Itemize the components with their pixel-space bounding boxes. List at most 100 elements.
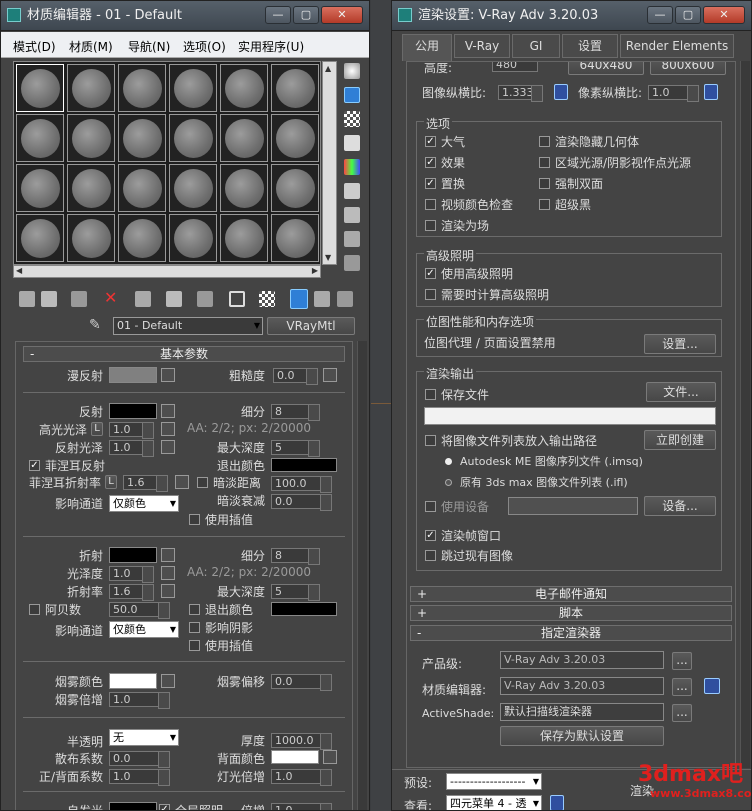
abbe-checkbox[interactable]	[29, 604, 40, 615]
affect-shadows-checkbox[interactable]	[189, 622, 200, 633]
make-copy-icon[interactable]	[135, 291, 151, 307]
minimize-button[interactable]: —	[647, 6, 673, 24]
sample-slot[interactable]	[169, 64, 217, 112]
fresnel-lock-button[interactable]: L	[105, 475, 117, 489]
reflect-subdivs-spinner[interactable]: 8	[271, 404, 320, 421]
scroll-right-icon[interactable]: ▶	[312, 266, 318, 275]
force-2sided-checkbox[interactable]	[539, 178, 550, 189]
dim-distance-checkbox[interactable]	[197, 477, 208, 488]
output-path-field[interactable]	[424, 407, 716, 425]
fresnel-checkbox[interactable]: ✓	[29, 460, 40, 471]
tab-vray[interactable]: V-Ray	[454, 34, 510, 58]
refl-gloss-spinner[interactable]: 1.0	[109, 440, 154, 457]
sample-slot[interactable]	[16, 164, 64, 212]
sample-slot[interactable]	[271, 64, 319, 112]
video-color-check-checkbox[interactable]	[425, 199, 436, 210]
sample-slot[interactable]	[67, 164, 115, 212]
hilight-lock-button[interactable]: L	[91, 422, 103, 436]
left-rollout-scrollbar[interactable]	[357, 341, 367, 810]
refract-subdivs-spinner[interactable]: 8	[271, 548, 320, 565]
sample-slot[interactable]	[16, 64, 64, 112]
sample-slot[interactable]	[220, 164, 268, 212]
dim-distance-spinner[interactable]: 100.0	[271, 476, 332, 493]
sample-slot[interactable]	[118, 214, 166, 262]
scatter-coeff-spinner[interactable]: 0.0	[109, 751, 170, 768]
sample-slot[interactable]	[271, 164, 319, 212]
back-color-swatch[interactable]	[271, 750, 319, 764]
put-list-checkbox[interactable]	[425, 435, 436, 446]
tab-render-elements[interactable]: Render Elements	[620, 34, 734, 58]
refract-color-swatch[interactable]	[109, 547, 157, 563]
minimize-button[interactable]: —	[265, 6, 291, 24]
frame-window-checkbox[interactable]: ✓	[425, 530, 436, 541]
select-by-material-icon[interactable]	[344, 231, 360, 247]
effects-checkbox[interactable]: ✓	[425, 157, 436, 168]
devices-button[interactable]: 设备...	[644, 496, 716, 516]
options-icon[interactable]	[344, 207, 360, 223]
go-forward-sibling-icon[interactable]	[337, 291, 353, 307]
reflect-affect-channels-dropdown[interactable]: 仅颜色	[109, 495, 179, 512]
sample-slot[interactable]	[67, 64, 115, 112]
imsq-radio[interactable]	[445, 458, 452, 465]
preset-640-button[interactable]: 640x480	[568, 62, 644, 75]
fb-coeff-spinner[interactable]: 1.0	[109, 769, 170, 786]
put-to-library-icon[interactable]	[197, 291, 213, 307]
eyedropper-icon[interactable]: ✎	[89, 317, 101, 333]
area-lights-checkbox[interactable]	[539, 157, 550, 168]
show-map-icon[interactable]	[259, 291, 275, 307]
super-black-checkbox[interactable]	[539, 199, 550, 210]
abbe-spinner[interactable]: 50.0	[109, 602, 170, 619]
thickness-spinner[interactable]: 1000.0	[271, 733, 332, 750]
render-to-fields-checkbox[interactable]	[425, 220, 436, 231]
dim-falloff-spinner[interactable]: 0.0	[271, 494, 332, 511]
sample-slot[interactable]	[16, 214, 64, 262]
uv-tiling-icon[interactable]	[344, 135, 360, 151]
fog-color-map-button[interactable]	[161, 674, 175, 688]
skip-existing-checkbox[interactable]	[425, 550, 436, 561]
production-choose-button[interactable]: ...	[672, 652, 692, 670]
self-illum-mult-spinner[interactable]: 1.0	[271, 803, 332, 810]
sample-slot[interactable]	[220, 214, 268, 262]
refract-exit-color-checkbox[interactable]	[189, 604, 200, 615]
material-type-button[interactable]: VRayMtl	[267, 317, 355, 335]
tab-common[interactable]: 公用	[402, 34, 452, 61]
scripts-rollout-header[interactable]: + 脚本	[410, 605, 732, 621]
save-as-defaults-button[interactable]: 保存为默认设置	[500, 726, 664, 746]
view-dropdown[interactable]: 四元菜单 4 - 透	[446, 795, 542, 810]
slot-vertical-scrollbar[interactable]: ▲ ▼	[322, 61, 337, 265]
refract-max-depth-spinner[interactable]: 5	[271, 584, 320, 601]
sample-slot[interactable]	[169, 114, 217, 162]
background-icon[interactable]	[344, 111, 360, 127]
refract-affect-channels-dropdown[interactable]: 仅颜色	[109, 621, 179, 638]
basic-params-header[interactable]: - 基本参数	[23, 346, 345, 362]
menu-material[interactable]: 材质(M)	[69, 38, 113, 55]
sample-type-icon[interactable]	[344, 63, 360, 79]
right-scrollbar[interactable]	[740, 61, 750, 768]
material-navigator-icon[interactable]	[344, 255, 360, 271]
ifl-radio[interactable]	[445, 479, 452, 486]
self-illum-color-swatch[interactable]	[109, 802, 157, 810]
use-device-checkbox[interactable]	[425, 501, 436, 512]
refract-exit-color-swatch[interactable]	[271, 602, 337, 616]
fresnel-ior-map-button[interactable]	[175, 475, 189, 489]
renderer-lock-icon[interactable]	[704, 678, 720, 694]
preset-800-button[interactable]: 800x600	[650, 62, 726, 75]
reflect-map-button[interactable]	[161, 404, 175, 418]
sample-slot[interactable]	[169, 164, 217, 212]
show-end-result-icon[interactable]	[290, 289, 308, 309]
menu-mode[interactable]: 模式(D)	[13, 38, 56, 55]
sample-slot[interactable]	[118, 114, 166, 162]
sample-slot[interactable]	[67, 114, 115, 162]
put-to-scene-icon[interactable]	[41, 291, 57, 307]
email-rollout-header[interactable]: + 电子邮件通知	[410, 586, 732, 602]
files-button[interactable]: 文件...	[646, 382, 716, 402]
view-lock-icon[interactable]	[550, 795, 564, 810]
maximize-button[interactable]: ▢	[293, 6, 319, 24]
reflect-use-interp-checkbox[interactable]	[189, 514, 200, 525]
menu-utilities[interactable]: 实用程序(U)	[238, 38, 304, 55]
image-aspect-spinner[interactable]: 1.333	[498, 85, 543, 102]
self-illum-gi-checkbox[interactable]: ✓	[159, 804, 170, 810]
material-id-icon[interactable]	[229, 291, 245, 307]
fresnel-ior-spinner[interactable]: 1.6	[123, 475, 168, 492]
refract-gloss-spinner[interactable]: 1.0	[109, 566, 154, 583]
